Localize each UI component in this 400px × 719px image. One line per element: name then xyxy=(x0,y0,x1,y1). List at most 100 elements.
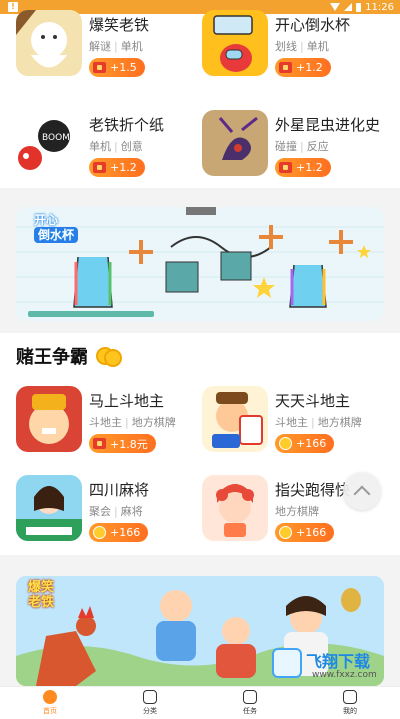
game-item[interactable]: 爆笑老铁 解谜 | 单机 +1.5 xyxy=(16,10,206,80)
tab-label: 任务 xyxy=(243,707,257,715)
game-thumbnail xyxy=(202,475,268,541)
game-tags: 解谜 | 单机 xyxy=(89,40,143,53)
game-title: 指尖跑得快 xyxy=(275,481,351,499)
chevron-up-icon xyxy=(353,485,371,503)
banner-logo-line: 倒水杯 xyxy=(34,227,79,243)
game-thumbnail xyxy=(16,10,82,76)
home-icon xyxy=(43,690,57,704)
tag: 碰撞 xyxy=(275,140,297,153)
tag: 斗地主 xyxy=(275,416,308,429)
coin-icon xyxy=(93,526,106,539)
reward-value: +1.8元 xyxy=(110,437,148,451)
game-title: 老铁折个纸 xyxy=(89,116,165,134)
watermark-logo-icon xyxy=(272,648,302,678)
reward-badge[interactable]: +1.2 xyxy=(89,158,145,177)
coin-icon xyxy=(279,526,292,539)
game-item[interactable]: 天天斗地主 斗地主 | 地方棋牌 +166 xyxy=(202,386,392,456)
tab-home[interactable]: 首页 xyxy=(0,687,100,719)
category-icon xyxy=(143,690,157,704)
game-thumbnail xyxy=(202,386,268,452)
game-item[interactable]: 马上斗地主 斗地主 | 地方棋牌 +1.8元 xyxy=(16,386,206,456)
profile-icon xyxy=(343,690,357,704)
tab-label: 分类 xyxy=(143,707,157,715)
game-tags: 聚会 | 麻将 xyxy=(89,505,143,518)
game-tags: 斗地主 | 地方棋牌 xyxy=(89,416,176,429)
section-header: 赌王争霸 xyxy=(16,343,122,369)
game-thumbnail: BOOM xyxy=(16,110,82,176)
reward-badge[interactable]: +166 xyxy=(275,523,335,542)
tag: 地方棋牌 xyxy=(131,416,176,429)
tag: 反应 xyxy=(306,140,329,153)
reward-badge[interactable]: +166 xyxy=(275,434,335,453)
game-tags: 碰撞 | 反应 xyxy=(275,140,329,153)
game-title: 开心倒水杯 xyxy=(275,16,351,34)
reward-badge[interactable]: +1.5 xyxy=(89,58,145,77)
tab-profile[interactable]: 我的 xyxy=(300,687,400,719)
scroll-top-button[interactable] xyxy=(343,472,381,510)
game-thumbnail xyxy=(16,475,82,541)
svg-text:BOOM: BOOM xyxy=(42,133,70,143)
game-item[interactable]: 开心倒水杯 划线 | 单机 +1.2 xyxy=(202,10,392,80)
reward-value: +166 xyxy=(296,437,327,450)
redpacket-icon xyxy=(93,62,106,73)
game-title: 四川麻将 xyxy=(89,481,150,499)
reward-badge[interactable]: +1.8元 xyxy=(89,434,156,453)
game-title: 外星昆虫进化史 xyxy=(275,116,381,134)
tag: 斗地主 xyxy=(89,416,122,429)
game-thumbnail xyxy=(16,386,82,452)
game-title: 马上斗地主 xyxy=(89,392,165,410)
tag: 单机 xyxy=(306,40,329,53)
promo-banner-water-cup[interactable]: 开心 倒水杯 xyxy=(16,207,384,321)
game-tags: 划线 | 单机 xyxy=(275,40,329,53)
tag: 麻将 xyxy=(120,505,143,518)
game-thumbnail xyxy=(202,10,268,76)
watermark-text: 飞翔下载 xyxy=(306,652,371,671)
banner-logo-line: 开心 xyxy=(34,213,59,227)
task-icon xyxy=(243,690,257,704)
coin-icon xyxy=(279,437,292,450)
redpacket-icon xyxy=(279,162,292,173)
banner-logo: 爆笑 老铁 xyxy=(28,580,54,610)
reward-badge[interactable]: +1.2 xyxy=(275,158,331,177)
reward-value: +1.2 xyxy=(296,161,323,174)
section-title: 赌王争霸 xyxy=(16,347,88,368)
redpacket-icon xyxy=(279,62,292,73)
redpacket-icon xyxy=(93,162,106,173)
tag: 地方棋牌 xyxy=(275,505,319,518)
coins-icon xyxy=(96,347,122,367)
game-item[interactable]: BOOM 老铁折个纸 单机 | 创意 +1.2 xyxy=(16,110,206,180)
reward-badge[interactable]: +1.2 xyxy=(275,58,331,77)
tag: 单机 xyxy=(89,140,111,153)
game-thumbnail xyxy=(202,110,268,176)
reward-value: +1.2 xyxy=(296,61,323,74)
watermark-url: www.fxxz.com xyxy=(312,670,377,680)
tag: 划线 xyxy=(275,40,297,53)
game-title: 爆笑老铁 xyxy=(89,16,150,34)
tab-label: 我的 xyxy=(343,707,357,715)
tab-category[interactable]: 分类 xyxy=(100,687,200,719)
game-tags: 单机 | 创意 xyxy=(89,140,143,153)
reward-badge[interactable]: +166 xyxy=(89,523,149,542)
tag: 创意 xyxy=(120,140,143,153)
tab-task[interactable]: 任务 xyxy=(200,687,300,719)
game-item[interactable]: 外星昆虫进化史 碰撞 | 反应 +1.2 xyxy=(202,110,392,180)
reward-value: +1.5 xyxy=(110,61,137,74)
game-item[interactable]: 四川麻将 聚会 | 麻将 +166 xyxy=(16,475,206,545)
game-tags: 地方棋牌 xyxy=(275,503,319,519)
banner-logo-line: 爆笑 xyxy=(28,580,55,595)
reward-value: +166 xyxy=(296,526,327,539)
watermark: 飞翔下载 www.fxxz.com xyxy=(272,646,392,686)
game-title: 天天斗地主 xyxy=(275,392,351,410)
reward-value: +166 xyxy=(110,526,141,539)
banner-logo: 开心 倒水杯 xyxy=(34,213,79,243)
reward-value: +1.2 xyxy=(110,161,137,174)
banner-logo-line: 老铁 xyxy=(28,595,55,610)
redpacket-icon xyxy=(93,438,106,449)
tag: 单机 xyxy=(120,40,143,53)
tag: 地方棋牌 xyxy=(317,416,362,429)
game-list-top: 爆笑老铁 解谜 | 单机 +1.5 开心倒水杯 划线 | 单机 +1.2 BOOM 老铁… xyxy=(0,10,400,188)
tag: 解谜 xyxy=(89,40,111,53)
tab-label: 首页 xyxy=(43,707,57,715)
game-tags: 斗地主 | 地方棋牌 xyxy=(275,416,362,429)
tag: 聚会 xyxy=(89,505,111,518)
